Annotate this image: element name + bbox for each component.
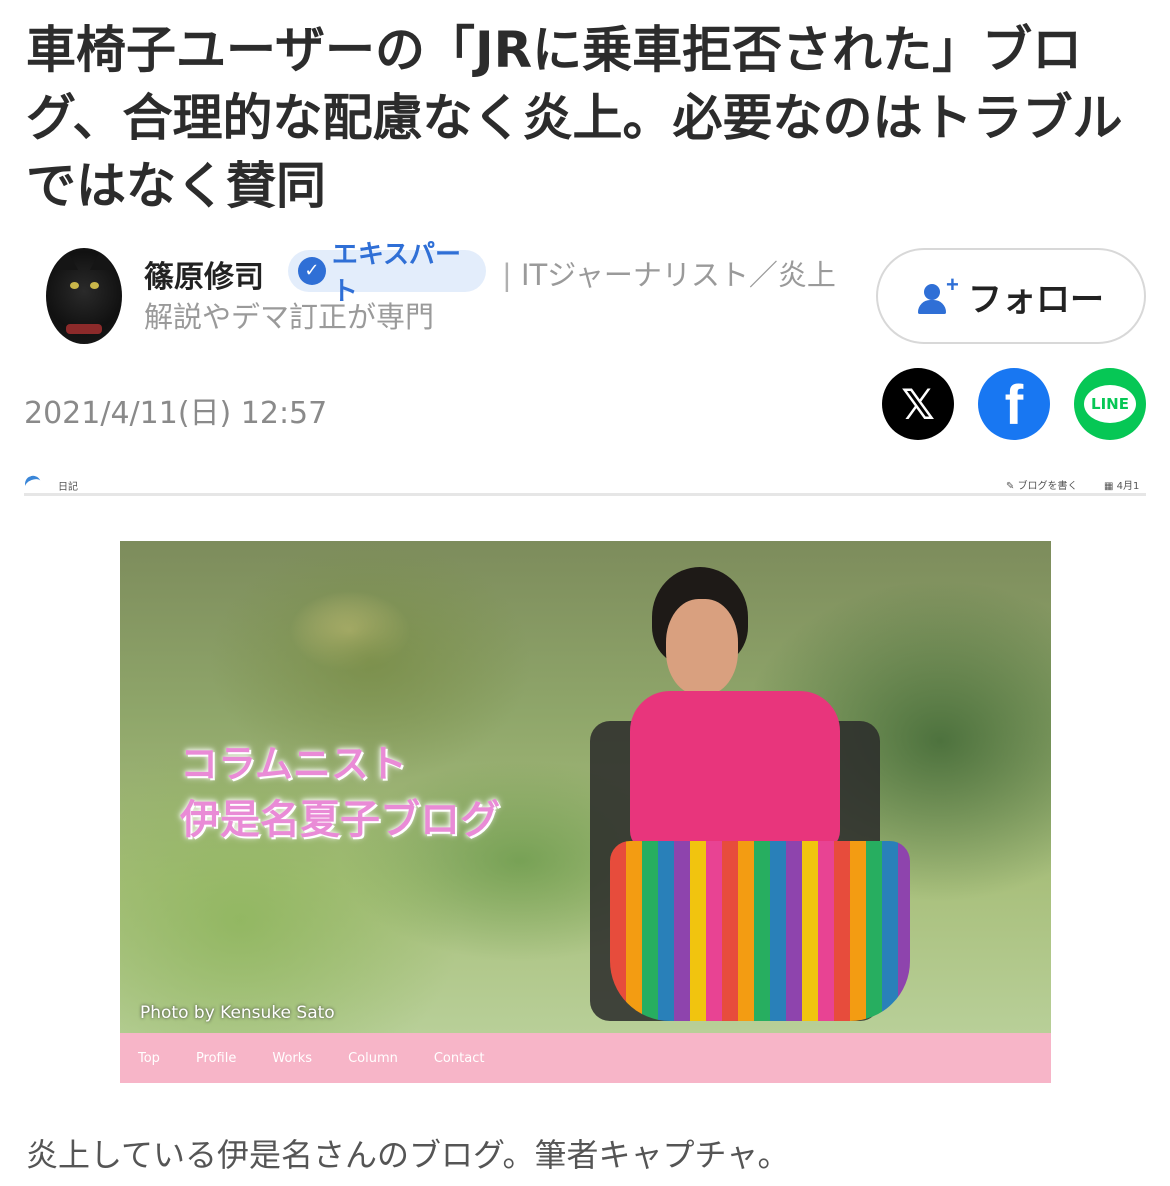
author-title-text: ITジャーナリスト／炎上解説やデマ訂正が専門: [144, 258, 836, 334]
blog-diary-label: 日記: [58, 482, 78, 493]
publish-date: 2021/4/11(日) 12:57: [24, 396, 328, 431]
share-x-button[interactable]: 𝕏: [882, 368, 954, 440]
blog-date-label: ▦ 4月1: [1104, 481, 1140, 492]
photo-credit: Photo by Kensuke Sato: [140, 1003, 335, 1023]
share-line-button[interactable]: LINE: [1074, 368, 1146, 440]
follow-button-label: フォロー: [968, 280, 1104, 319]
article-headline: 車椅子ユーザーの「JRに乗車拒否された」ブログ、合理的な配慮なく炎上。必要なのは…: [26, 21, 1123, 215]
author-title-separator: |: [502, 258, 512, 292]
share-facebook-button[interactable]: f: [978, 368, 1050, 440]
line-logo-icon: LINE: [1084, 385, 1136, 423]
blog-screenshot-topbar: 日記 ✎ ブログを書く ▦ 4月1: [22, 473, 1146, 496]
hero-person-figure: [590, 561, 920, 1031]
blog-nav-column: Column: [348, 1050, 398, 1066]
author-title: | ITジャーナリスト／炎上解説やデマ訂正が専門: [144, 254, 844, 338]
blog-nav-bar: Top Profile Works Column Contact: [120, 1033, 1051, 1083]
blog-hero-image: コラムニスト 伊是名夏子ブログ Photo by Kensuke Sato: [120, 541, 1051, 1033]
hero-title-line1: コラムニスト: [180, 742, 407, 786]
follow-button[interactable]: + フォロー: [876, 248, 1146, 344]
facebook-logo-icon: f: [1004, 372, 1024, 436]
add-person-icon: +: [918, 272, 959, 316]
blog-nav-top: Top: [138, 1050, 160, 1066]
blog-write-label: ✎ ブログを書く: [1006, 481, 1078, 492]
image-caption: 炎上している伊是名さんのブログ。筆者キャプチャ。: [26, 1136, 790, 1174]
x-logo-icon: 𝕏: [901, 379, 935, 429]
blog-nav-works: Works: [272, 1050, 313, 1066]
blog-nav-profile: Profile: [195, 1050, 237, 1066]
author-avatar[interactable]: [46, 248, 122, 344]
hero-title-line2: 伊是名夏子ブログ: [180, 797, 500, 843]
blog-nav-contact: Contact: [433, 1050, 485, 1066]
blog-logo-icon: [22, 473, 42, 489]
article-page: 車椅子ユーザーの「JRに乗車拒否された」ブログ、合理的な配慮なく炎上。必要なのは…: [0, 0, 1170, 1186]
